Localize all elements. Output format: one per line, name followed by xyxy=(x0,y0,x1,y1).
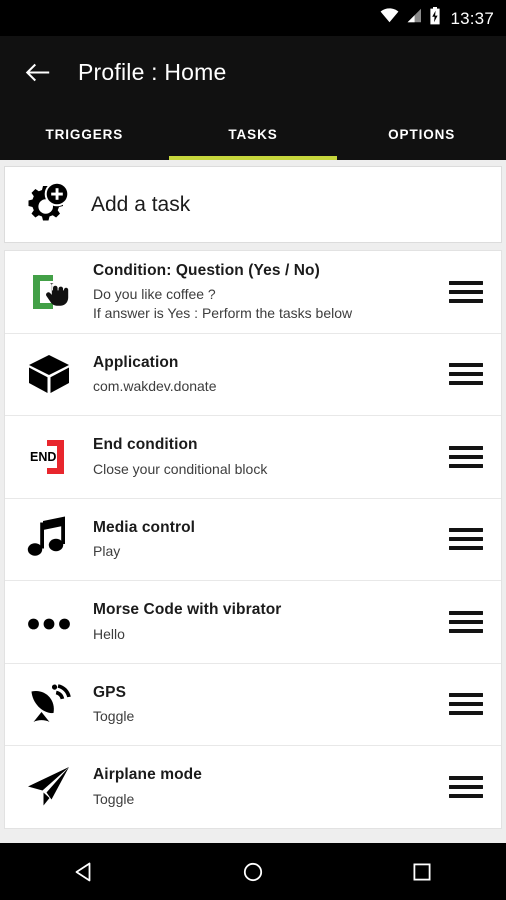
task-title: GPS xyxy=(93,683,127,701)
table-row[interactable]: GPS Toggle xyxy=(5,662,501,745)
tab-active-indicator xyxy=(168,156,338,160)
status-icon-group xyxy=(380,6,441,30)
tab-tasks-label: TASKS xyxy=(228,126,278,142)
add-task-button[interactable]: Add a task xyxy=(4,166,502,243)
drag-handle-icon[interactable] xyxy=(449,280,483,303)
nav-home-button[interactable] xyxy=(217,850,289,894)
table-row[interactable]: Condition: Question (Yes / No) Do you li… xyxy=(5,250,501,333)
tab-bar: TRIGGERS TASKS OPTIONS xyxy=(0,108,506,160)
task-subtitle: Play xyxy=(93,543,121,560)
page-title: Profile : Home xyxy=(78,58,227,85)
battery-charging-icon xyxy=(429,6,441,30)
tab-triggers[interactable]: TRIGGERS xyxy=(0,108,169,160)
drag-handle-icon[interactable] xyxy=(449,693,483,716)
nav-back-triangle-icon xyxy=(75,862,91,881)
end-bracket-icon: END xyxy=(21,429,77,485)
satellite-dish-icon xyxy=(21,676,77,732)
task-subtitle: Do you like coffee ? If answer is Yes : … xyxy=(93,286,353,321)
task-text-block: Condition: Question (Yes / No) Do you li… xyxy=(93,261,449,322)
three-dots-icon xyxy=(21,594,77,650)
status-bar: 13:37 xyxy=(0,0,506,36)
task-title: Application xyxy=(93,353,179,371)
drag-handle-icon[interactable] xyxy=(449,610,483,633)
condition-bracket-hand-icon xyxy=(21,264,77,320)
android-navigation-bar xyxy=(0,843,506,900)
tab-tasks[interactable]: TASKS xyxy=(168,108,338,160)
task-subtitle: Toggle xyxy=(93,708,135,725)
music-note-icon xyxy=(21,511,77,567)
nav-back-button[interactable] xyxy=(48,850,120,894)
nav-recents-button[interactable] xyxy=(386,850,458,894)
back-button[interactable] xyxy=(22,57,52,87)
add-task-label: Add a task xyxy=(91,192,191,216)
task-text-block: Application com.wakdev.donate xyxy=(93,353,449,396)
end-label: END xyxy=(30,450,56,464)
nav-recents-square-icon xyxy=(413,863,431,880)
table-row[interactable]: Airplane mode Toggle xyxy=(5,745,501,828)
gear-plus-icon xyxy=(19,179,71,231)
task-subtitle: Close your conditional block xyxy=(93,460,268,477)
paper-plane-icon xyxy=(21,759,77,815)
tab-options-label: OPTIONS xyxy=(388,126,456,142)
tab-triggers-label: TRIGGERS xyxy=(45,126,124,142)
task-title: Media control xyxy=(93,518,196,536)
task-text-block: GPS Toggle xyxy=(93,683,449,726)
task-title: Morse Code with vibrator xyxy=(93,601,282,619)
table-row[interactable]: Morse Code with vibrator Hello xyxy=(5,580,501,663)
task-text-block: Media control Play xyxy=(93,518,449,561)
drag-handle-icon[interactable] xyxy=(449,775,483,798)
task-text-block: End condition Close your conditional blo… xyxy=(93,435,449,478)
task-list: Condition: Question (Yes / No) Do you li… xyxy=(4,250,502,829)
arrow-back-icon xyxy=(25,63,49,81)
table-row[interactable]: Application com.wakdev.donate xyxy=(5,332,501,415)
cellular-signal-icon xyxy=(406,8,422,28)
app-bar: Profile : Home xyxy=(0,36,506,108)
task-subtitle: Hello xyxy=(93,625,125,642)
phone-screen: 13:37 Profile : Home TRIGGERS TASKS OPTI… xyxy=(0,0,506,900)
task-title: Airplane mode xyxy=(93,766,202,784)
task-subtitle: com.wakdev.donate xyxy=(93,378,217,395)
status-bar-clock: 13:37 xyxy=(450,8,494,28)
tab-options[interactable]: OPTIONS xyxy=(337,108,506,160)
drag-handle-icon[interactable] xyxy=(449,528,483,551)
table-row[interactable]: END End condition Close your conditional… xyxy=(5,415,501,498)
task-title: End condition xyxy=(93,436,198,454)
nav-home-circle-icon xyxy=(243,862,263,881)
drag-handle-icon[interactable] xyxy=(449,363,483,386)
tasks-content: Add a task Condition: Question (Yes / No… xyxy=(0,160,506,847)
cube-box-icon xyxy=(21,346,77,402)
table-row[interactable]: Media control Play xyxy=(5,497,501,580)
task-subtitle: Toggle xyxy=(93,790,135,807)
task-text-block: Morse Code with vibrator Hello xyxy=(93,600,449,643)
task-title: Condition: Question (Yes / No) xyxy=(93,262,320,280)
task-text-block: Airplane mode Toggle xyxy=(93,765,449,808)
wifi-icon xyxy=(380,8,399,28)
drag-handle-icon[interactable] xyxy=(449,445,483,468)
